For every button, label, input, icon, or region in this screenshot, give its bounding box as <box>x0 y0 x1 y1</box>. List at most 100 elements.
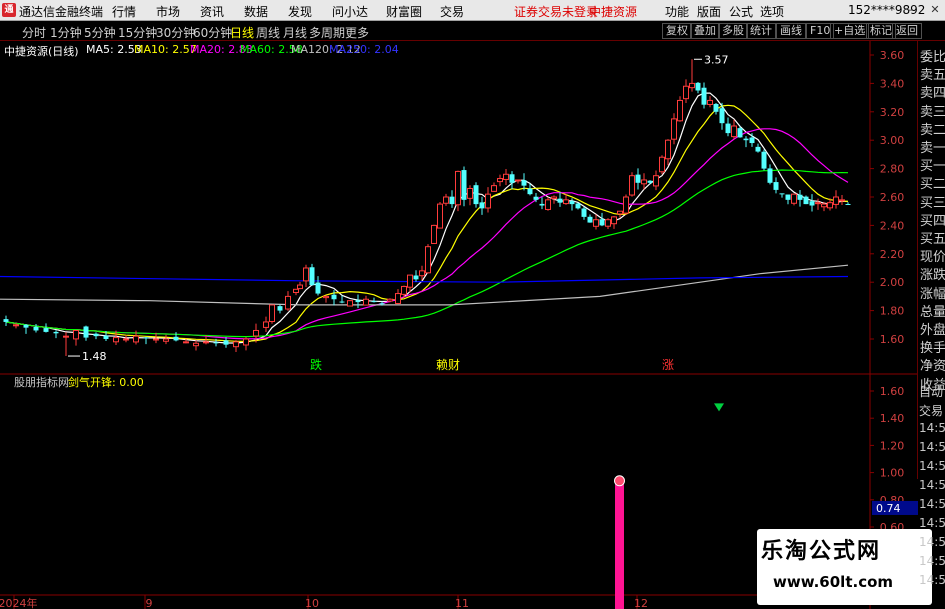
menu-item-xiaoda[interactable]: 问小达 <box>332 3 368 20</box>
candle-body <box>347 300 353 307</box>
trade-panel-item[interactable]: 交易 <box>919 402 943 419</box>
back-button[interactable]: 返回 <box>892 23 922 39</box>
menu-item-market[interactable]: 市场 <box>156 3 180 20</box>
ma5-line <box>5 92 849 344</box>
menu-item-options[interactable]: 选项 <box>760 3 784 20</box>
tab-60min[interactable]: 60分钟 <box>193 24 232 41</box>
candle-body <box>355 300 361 303</box>
menu-item-discover[interactable]: 发现 <box>288 3 312 20</box>
candle-body <box>479 202 485 209</box>
sub-tick-label: 1.00 <box>880 467 905 480</box>
tab-15min[interactable]: 15分钟 <box>118 24 157 41</box>
trade-panel-item: 14:56 <box>919 535 945 549</box>
menu-item-news[interactable]: 资讯 <box>200 3 224 20</box>
candle-body <box>683 85 689 100</box>
menu-item-trade[interactable]: 交易 <box>440 3 464 20</box>
app-logo-icon: 通 <box>2 3 16 17</box>
sub-indicator-panel <box>614 403 724 609</box>
tab-daily[interactable]: 日线 <box>230 24 254 41</box>
candle-body <box>587 216 593 223</box>
candle-body <box>449 196 455 205</box>
price-tick-label: 3.20 <box>880 106 905 119</box>
sub-tick-label: 1.60 <box>880 385 905 398</box>
candle-body <box>563 199 569 205</box>
minimize-icon[interactable]: – <box>900 2 920 18</box>
indicator-source-legend: 股朋指标网 <box>14 376 69 389</box>
tab-timeshare[interactable]: 分时 <box>22 24 46 41</box>
multi-stock-button[interactable]: 多股 <box>718 23 748 39</box>
axes: 3.60 3.40 3.20 3.00 2.80 2.60 2.40 2.20 2.00 1.80… <box>0 49 918 609</box>
candle-body <box>521 180 527 186</box>
candle-body <box>803 196 809 205</box>
moving-average-lines <box>0 92 849 344</box>
ma20-line <box>5 128 849 340</box>
menu-item-data[interactable]: 数据 <box>244 3 268 20</box>
signal-label-zhang: 涨 <box>662 357 674 372</box>
candle-body <box>719 108 725 124</box>
candle-body <box>653 175 659 187</box>
candle-body <box>425 246 431 274</box>
overlay-button[interactable]: 叠加 <box>690 23 720 39</box>
candle-body <box>647 180 653 183</box>
candle-body <box>213 342 219 344</box>
tab-more[interactable]: 更多 <box>345 24 369 41</box>
quote-label: 买二 <box>920 177 945 193</box>
candle-body <box>545 199 551 210</box>
candle-body <box>3 319 9 322</box>
app-title: 通达信金融终端 <box>19 5 104 19</box>
adjust-button[interactable]: 复权 <box>662 23 692 39</box>
menu-item-formula[interactable]: 公式 <box>729 3 753 20</box>
candle-body <box>821 203 827 208</box>
stats-button[interactable]: 统计 <box>746 23 776 39</box>
candle-body <box>379 303 385 305</box>
candle-body <box>581 208 587 217</box>
menu-item-function[interactable]: 功能 <box>665 3 689 20</box>
tab-weekly[interactable]: 周线 <box>256 24 280 41</box>
candle-body <box>785 194 791 200</box>
tab-1min[interactable]: 1分钟 <box>50 24 82 41</box>
tab-30min[interactable]: 30分钟 <box>156 24 195 41</box>
candle-body <box>743 138 749 141</box>
kline-chart[interactable]: 3.60 3.40 3.20 3.00 2.80 2.60 2.40 2.20 2.00 1.80… <box>0 41 945 609</box>
candle-body <box>767 168 773 183</box>
candle-body <box>725 123 731 134</box>
quote-label: 外盘 <box>920 323 945 338</box>
ma10-legend: MA10: 2.57 <box>134 43 197 56</box>
draw-line-button[interactable]: 画线 <box>776 23 806 39</box>
candle-body <box>713 103 719 112</box>
tab-multi-period[interactable]: 多周期 <box>309 24 345 41</box>
signal-bar <box>615 480 624 609</box>
watermark-title: 乐淘公式网 <box>761 539 882 564</box>
quote-label: 总量 <box>920 304 945 320</box>
candle-body <box>43 328 49 332</box>
menu-item-layout[interactable]: 版面 <box>697 3 721 20</box>
candle-body <box>293 288 299 294</box>
close-icon[interactable]: ✕ <box>925 2 945 18</box>
indicator-value-legend: 剑气开锋: 0.00 <box>68 376 144 389</box>
trade-panel-item: 14:56 <box>919 516 945 530</box>
quote-label: 买四 <box>920 213 945 229</box>
candle-body <box>437 203 443 229</box>
candle-body <box>331 294 337 300</box>
candle-body <box>23 324 29 328</box>
candle-body <box>419 270 425 277</box>
tab-5min[interactable]: 5分钟 <box>84 24 116 41</box>
menu-item-wealth[interactable]: 财富圈 <box>386 3 422 20</box>
candle-body <box>593 219 599 227</box>
candle-body <box>277 306 283 311</box>
candle-body <box>761 151 767 169</box>
tab-monthly[interactable]: 月线 <box>283 24 307 41</box>
ma10-line <box>5 104 849 343</box>
candle-body <box>263 321 269 328</box>
candle-body <box>223 340 229 345</box>
trade-panel-item[interactable]: 自动 <box>919 383 943 400</box>
quote-label: 买一 <box>920 159 945 175</box>
login-notice[interactable]: 证券交易未登录 <box>514 3 598 20</box>
candle-body <box>123 338 129 341</box>
menu-item-quotes[interactable]: 行情 <box>112 3 136 20</box>
candle-body <box>93 333 99 337</box>
quote-label: 卖四 <box>920 86 945 102</box>
candle-body <box>413 275 419 280</box>
high-price-label: 3.57 <box>704 53 729 66</box>
add-watchlist-button[interactable]: +自选 <box>830 23 870 39</box>
